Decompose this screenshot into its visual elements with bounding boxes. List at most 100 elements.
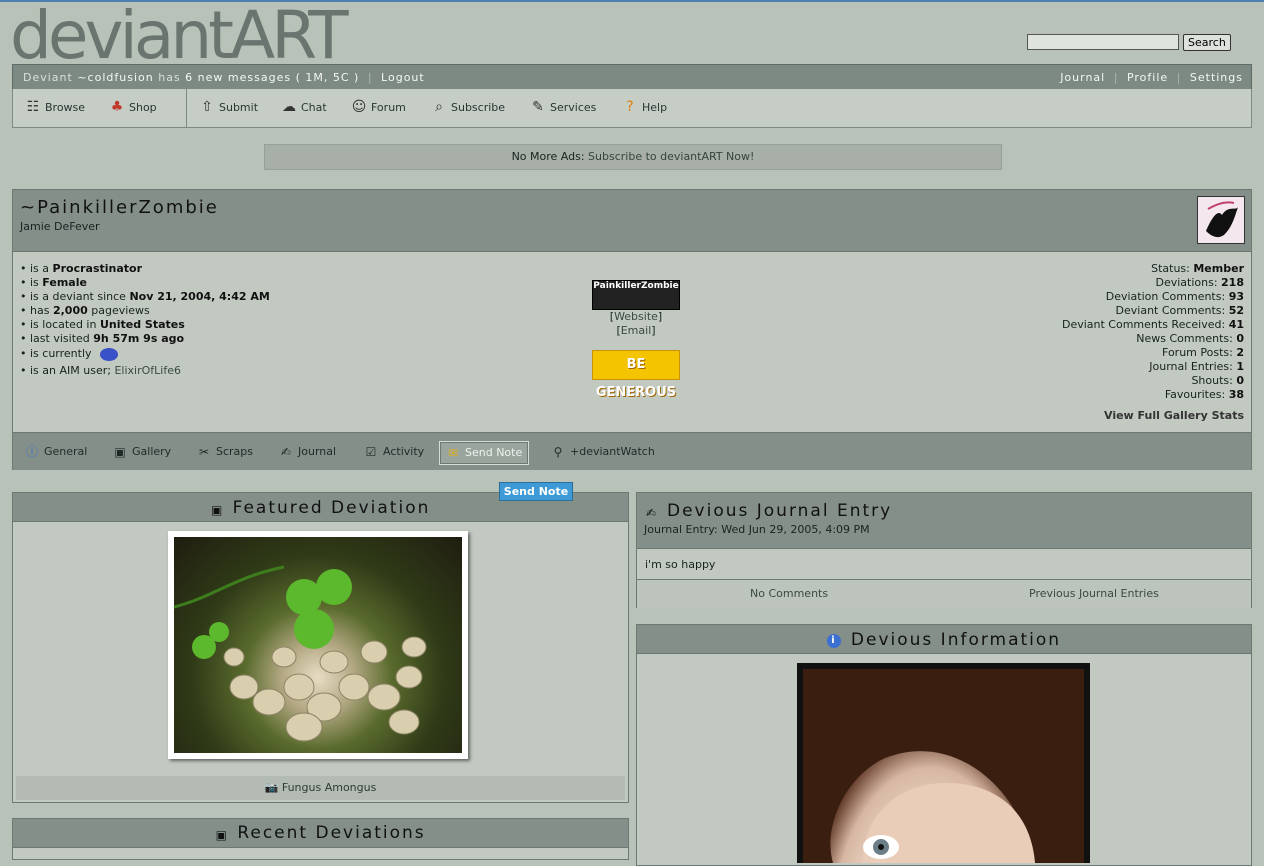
website-link[interactable]: Website <box>614 310 658 323</box>
fact-item: has 2,000 pageviews <box>20 304 270 318</box>
services-icon: ✎ <box>532 99 544 115</box>
deviantart-logo[interactable]: deviantART <box>10 3 349 69</box>
help-icon: ? <box>626 99 634 115</box>
journal-body: i'm so happy <box>645 558 716 571</box>
ad-banner: No More Ads: Subscribe to deviantART Now… <box>264 144 1002 170</box>
previous-journal-link[interactable]: Previous Journal Entries <box>1029 587 1159 600</box>
journal-date: Journal Entry: Wed Jun 29, 2005, 4:09 PM <box>644 523 870 536</box>
fact-item: is an AIM user; ElixirOfLife6 <box>20 364 270 378</box>
gallery-icon: ▣ <box>114 445 126 459</box>
nav-label: Submit <box>219 100 259 114</box>
fact-item: is currently <box>20 346 270 364</box>
profile-stats: Status: Member Deviations: 218 Deviation… <box>1062 262 1244 402</box>
info-icon: i <box>826 634 841 648</box>
panel-title: ✍ Devious Journal Entry <box>645 501 893 521</box>
fact-item: is located in United States <box>20 318 270 332</box>
devious-information-panel: i Devious Information <box>636 624 1252 866</box>
nav-subscribe[interactable]: ⌕ Subscribe <box>431 100 505 114</box>
tab-activity[interactable]: ☑ Activity <box>358 441 430 463</box>
portrait-photo <box>803 669 1084 863</box>
browse-icon: ☷ <box>26 99 40 115</box>
journal-link[interactable]: Journal <box>1060 71 1105 84</box>
panel-title: ▣ Featured Deviation <box>210 498 431 518</box>
forum-icon: ☺ <box>351 99 367 115</box>
website-banner-image[interactable]: PainkillerZombie <box>592 280 680 310</box>
logout-link[interactable]: Logout <box>381 71 425 84</box>
user-prefix: Deviant <box>23 71 73 84</box>
messages-link[interactable]: 6 new messages <box>185 71 291 84</box>
stat-row: Forum Posts: 2 <box>1162 346 1244 359</box>
watch-icon: ⚲ <box>553 445 563 459</box>
separator: | <box>367 71 373 84</box>
gallery-icon: ▣ <box>215 828 229 842</box>
mood-smiley-icon <box>99 347 118 361</box>
tab-gallery[interactable]: ▣ Gallery <box>107 441 177 463</box>
tab-send-note[interactable]: ✉ Send Note <box>439 441 530 465</box>
aim-link[interactable]: ElixirOfLife6 <box>114 364 181 377</box>
stat-row: Shouts: 0 <box>1191 374 1244 387</box>
recent-deviations-panel: ▣ Recent Deviations <box>12 818 629 860</box>
mushroom-illustration <box>173 565 427 742</box>
info-icon: ⓘ <box>25 445 38 459</box>
nav-chat[interactable]: ☁ Chat <box>281 100 327 114</box>
fact-item: last visited 9h 57m 9s ago <box>20 332 270 346</box>
stat-row: Deviations: 218 <box>1155 276 1244 289</box>
gallery-icon: ▣ <box>210 503 225 517</box>
website-banner-text: PainkillerZombie <box>593 281 679 291</box>
nav-label: Services <box>550 100 597 114</box>
nav-divider <box>186 89 187 127</box>
id-photo[interactable] <box>797 663 1090 863</box>
tab-deviantwatch[interactable]: ⚲ +deviantWatch <box>545 441 661 463</box>
avatar-image <box>1198 197 1244 243</box>
nav-browse[interactable]: ☷ Browse <box>25 100 85 114</box>
featured-caption[interactable]: 📷 Fungus Amongus <box>16 776 625 800</box>
panel-header: ✍ Devious Journal Entry Journal Entry: We… <box>637 493 1251 549</box>
tab-journal[interactable]: ✍ Journal <box>273 441 342 463</box>
shop-icon: ♣ <box>110 99 124 115</box>
no-comments-link[interactable]: No Comments <box>750 587 828 600</box>
be-generous-button[interactable]: BE GENEROUS <box>592 350 680 400</box>
profile-tabs: ⓘ General ▣ Gallery ✂ Scraps ✍ Journal ☑ Acti… <box>13 432 1251 470</box>
nav-label: Browse <box>45 100 86 114</box>
email-link-wrap: [Email] <box>616 324 656 337</box>
featured-deviation-panel: ▣Featured Deviation � <box>12 492 629 803</box>
submit-icon: ⇧ <box>201 99 213 115</box>
tab-scraps[interactable]: ✂ Scraps <box>191 441 259 463</box>
search-button[interactable]: Search <box>1183 34 1231 51</box>
nav-forum[interactable]: ☺ Forum <box>351 100 406 114</box>
journal-icon: ✍ <box>645 506 659 520</box>
camera-icon: 📷 <box>264 781 279 794</box>
profile-facts: is a Procrastinator is Female is a devia… <box>20 262 270 378</box>
settings-link[interactable]: Settings <box>1190 71 1243 84</box>
activity-icon: ☑ <box>365 445 377 459</box>
nav-submit[interactable]: ⇧ Submit <box>199 100 258 114</box>
search-form: Search <box>1027 34 1231 51</box>
email-link[interactable]: Email <box>621 324 652 337</box>
profile-link[interactable]: Profile <box>1127 71 1168 84</box>
panel-title: ▣ Recent Deviations <box>215 823 426 843</box>
nav-services[interactable]: ✎ Services <box>530 100 596 114</box>
chat-icon: ☁ <box>282 99 296 115</box>
view-gallery-stats-link[interactable]: View Full Gallery Stats <box>1104 409 1244 422</box>
nav-shop[interactable]: ♣ Shop <box>109 100 157 114</box>
nav-help[interactable]: ? Help <box>622 100 667 114</box>
separator: | <box>1113 71 1119 84</box>
profile-header: ~PainkillerZombie Jamie DeFever <box>13 190 1251 252</box>
fact-item: is a Procrastinator <box>20 262 270 276</box>
search-input[interactable] <box>1027 34 1179 50</box>
profile-links: PainkillerZombie [Website] [Email] BE GE… <box>591 280 681 400</box>
ads-text: No More Ads: <box>511 150 585 163</box>
stat-row: Journal Entries: 1 <box>1149 360 1244 373</box>
message-counts[interactable]: ( 1M, 5C ) <box>296 71 360 84</box>
profile-realname: Jamie DeFever <box>20 220 100 233</box>
nav-label: Chat <box>301 100 327 114</box>
tab-general[interactable]: ⓘ General <box>19 441 93 463</box>
featured-thumbnail[interactable] <box>168 531 468 759</box>
panel-title: i Devious Information <box>637 630 1251 650</box>
avatar[interactable] <box>1197 196 1245 244</box>
send-note-tooltip: Send Note <box>499 482 573 501</box>
user-bar: Deviant ~coldfusion has 6 new messages (… <box>12 64 1252 90</box>
subscribe-link[interactable]: Subscribe to deviantART Now! <box>588 150 754 163</box>
note-icon: ✉ <box>447 446 459 460</box>
username-link[interactable]: ~coldfusion <box>77 71 153 84</box>
